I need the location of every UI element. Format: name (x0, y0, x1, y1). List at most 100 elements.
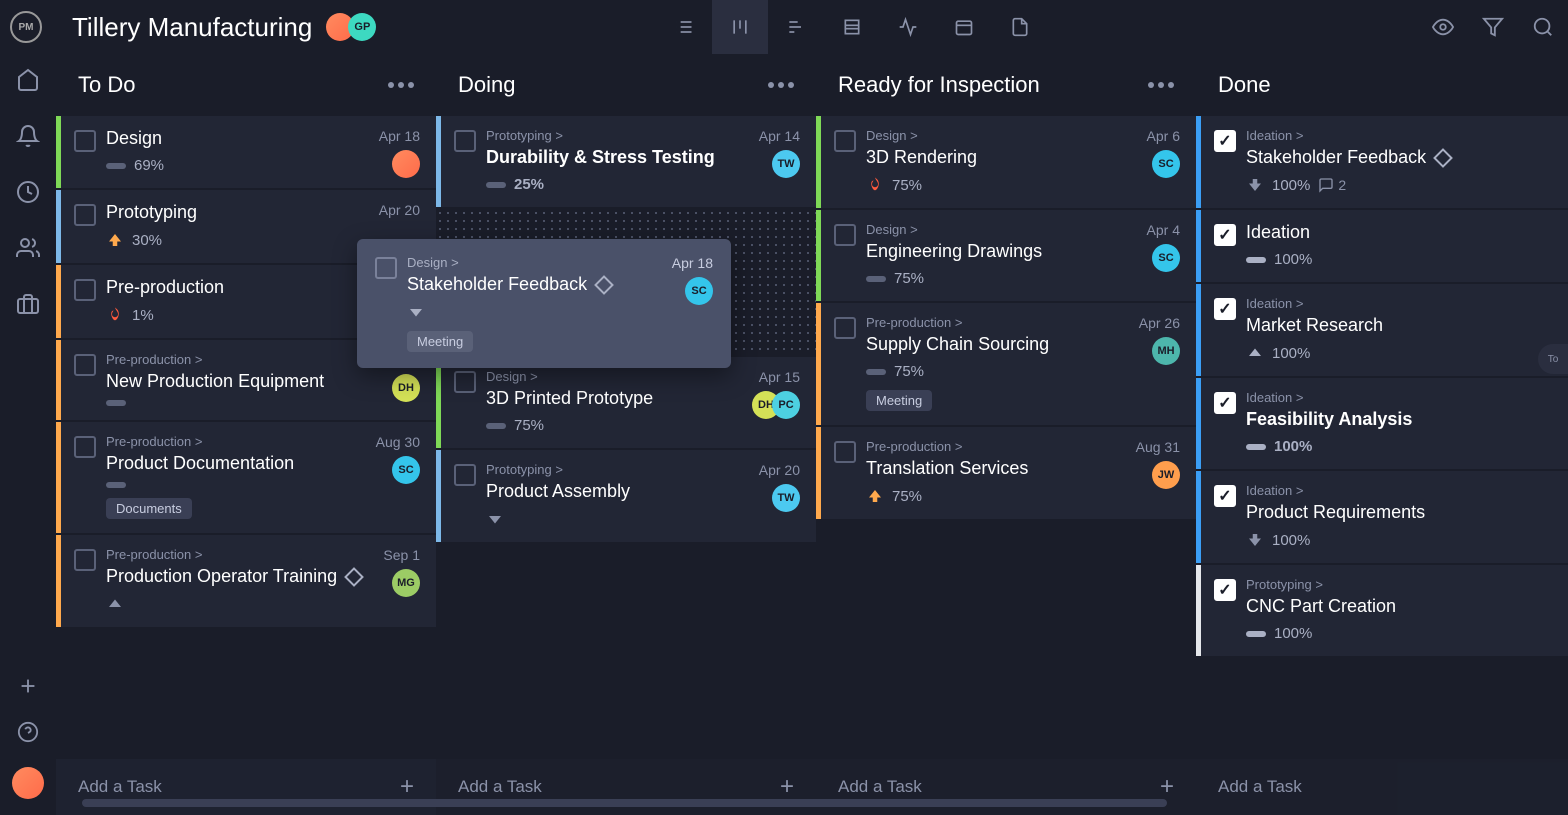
sheet-view-icon[interactable] (824, 0, 880, 54)
comment-badge[interactable]: 2 (1318, 177, 1346, 193)
avatar-user-2[interactable]: GP (348, 13, 376, 41)
task-date: Apr 20 (759, 462, 800, 478)
task-checkbox[interactable] (454, 371, 476, 393)
task-card[interactable]: Ideation > Product Requirements 100% (1196, 471, 1568, 563)
task-checkbox[interactable] (74, 354, 96, 376)
clock-icon[interactable] (16, 180, 40, 204)
files-view-icon[interactable] (992, 0, 1048, 54)
task-title: Design (106, 128, 420, 149)
column-menu-icon[interactable] (768, 82, 794, 88)
task-card[interactable]: Ideation > Feasibility Analysis 100% (1196, 378, 1568, 469)
search-icon[interactable] (1532, 16, 1554, 38)
task-card[interactable]: Ideation 100% (1196, 210, 1568, 282)
list-view-icon[interactable] (656, 0, 712, 54)
task-title: Market Research (1246, 315, 1552, 336)
board-view-icon[interactable] (712, 0, 768, 54)
task-checkbox[interactable] (1214, 298, 1236, 320)
task-checkbox[interactable] (834, 130, 856, 152)
task-checkbox[interactable] (74, 549, 96, 571)
task-title: 3D Rendering (866, 147, 1180, 168)
task-checkbox[interactable] (834, 441, 856, 463)
bell-icon[interactable] (16, 124, 40, 148)
assignee-avatar[interactable]: SC (1152, 150, 1180, 178)
task-title: New Production Equipment (106, 371, 420, 392)
plus-icon[interactable] (17, 675, 39, 697)
current-user-avatar[interactable] (12, 767, 44, 799)
task-checkbox[interactable] (74, 279, 96, 301)
filter-icon[interactable] (1482, 16, 1504, 38)
task-checkbox[interactable] (1214, 485, 1236, 507)
task-card[interactable]: Ideation > Stakeholder Feedback 100% 2 (1196, 116, 1568, 208)
task-card[interactable]: Pre-production > Product Documentation D… (56, 422, 436, 533)
assignee-avatar[interactable]: SC (392, 456, 420, 484)
task-tag[interactable]: Meeting (407, 331, 473, 352)
assignee-avatar[interactable]: TW (772, 150, 800, 178)
task-checkbox[interactable] (74, 130, 96, 152)
task-checkbox[interactable] (1214, 392, 1236, 414)
calendar-view-icon[interactable] (936, 0, 992, 54)
assignee-avatar[interactable]: MH (1152, 337, 1180, 365)
task-checkbox[interactable] (74, 436, 96, 458)
header-avatars[interactable]: GP (332, 13, 376, 41)
side-badge[interactable]: To (1538, 344, 1568, 374)
task-progress: 100% (1272, 177, 1310, 194)
task-checkbox[interactable] (454, 464, 476, 486)
assignee-avatar[interactable]: MG (392, 569, 420, 597)
task-title: Product Requirements (1246, 502, 1552, 523)
assignee-avatar[interactable]: JW (1152, 461, 1180, 489)
task-card[interactable]: Prototyping > Product Assembly Apr 20TW (436, 450, 816, 542)
task-checkbox[interactable] (1214, 579, 1236, 601)
task-tag[interactable]: Documents (106, 498, 192, 519)
briefcase-icon[interactable] (16, 292, 40, 316)
app-logo[interactable]: PM (10, 11, 42, 43)
task-title: Stakeholder Feedback (1246, 147, 1552, 168)
task-breadcrumb: Prototyping > (486, 128, 800, 143)
column-menu-icon[interactable] (388, 82, 414, 88)
task-checkbox[interactable] (1214, 130, 1236, 152)
plus-icon: + (400, 773, 414, 801)
task-card[interactable]: Design > Engineering Drawings 75% Apr 4S… (816, 210, 1196, 301)
task-progress: 100% (1272, 532, 1310, 549)
assignee-avatar[interactable]: SC (685, 277, 713, 305)
left-sidebar (0, 54, 56, 815)
task-checkbox[interactable] (834, 224, 856, 246)
task-checkbox[interactable] (375, 257, 397, 279)
assignee-avatar[interactable]: SC (1152, 244, 1180, 272)
task-card[interactable]: Prototyping > Durability & Stress Testin… (436, 116, 816, 207)
task-checkbox[interactable] (834, 317, 856, 339)
column-title: Done (1218, 72, 1271, 98)
activity-view-icon[interactable] (880, 0, 936, 54)
help-icon[interactable] (17, 721, 39, 743)
home-icon[interactable] (16, 68, 40, 92)
eye-icon[interactable] (1432, 16, 1454, 38)
horizontal-scrollbar[interactable] (82, 799, 1548, 807)
gantt-view-icon[interactable] (768, 0, 824, 54)
task-card[interactable]: Design 69% Apr 18 (56, 116, 436, 188)
task-date: Apr 4 (1147, 222, 1180, 238)
task-breadcrumb: Design > (407, 255, 713, 270)
priority-down-icon (486, 510, 504, 528)
assignee-avatar[interactable]: TW (772, 484, 800, 512)
task-card[interactable]: Pre-production > Supply Chain Sourcing 7… (816, 303, 1196, 425)
task-card[interactable]: Pre-production > Translation Services 75… (816, 427, 1196, 519)
assignee-avatar[interactable]: DH (392, 374, 420, 402)
task-title: Feasibility Analysis (1246, 409, 1552, 430)
task-breadcrumb: Pre-production > (106, 434, 420, 449)
task-date: Apr 15 (759, 369, 800, 385)
task-card[interactable]: Pre-production > Production Operator Tra… (56, 535, 436, 627)
task-card[interactable]: Design > 3D Printed Prototype 75% Apr 15… (436, 357, 816, 448)
task-card[interactable]: Prototyping > CNC Part Creation 100% (1196, 565, 1568, 656)
task-card[interactable]: Ideation > Market Research 100% (1196, 284, 1568, 376)
task-card[interactable]: Design > 3D Rendering 75% Apr 6SC (816, 116, 1196, 208)
dragging-card[interactable]: Design > Stakeholder Feedback Meeting Ap… (357, 239, 731, 368)
task-checkbox[interactable] (1214, 224, 1236, 246)
milestone-icon (594, 275, 614, 295)
column-menu-icon[interactable] (1148, 82, 1174, 88)
assignee-avatar[interactable] (392, 150, 420, 178)
task-checkbox[interactable] (454, 130, 476, 152)
priority-up-light-icon (106, 595, 124, 613)
users-icon[interactable] (16, 236, 40, 260)
task-tag[interactable]: Meeting (866, 390, 932, 411)
task-checkbox[interactable] (74, 204, 96, 226)
assignee-avatar[interactable]: PC (772, 391, 800, 419)
